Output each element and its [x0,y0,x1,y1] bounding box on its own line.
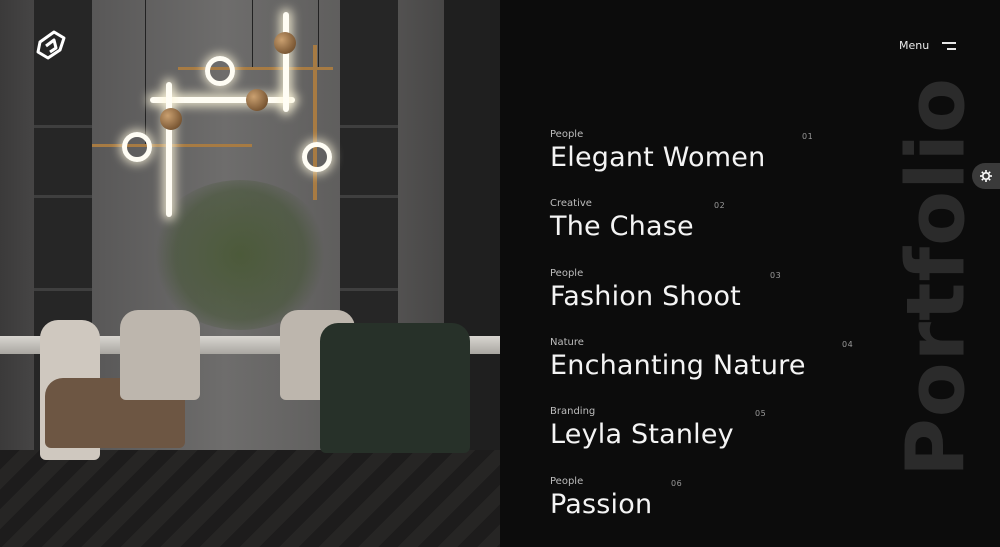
item-number: 02 [714,201,726,210]
lamp-bar [313,45,317,200]
hamburger-icon[interactable] [940,42,956,52]
item-number: 01 [802,132,814,141]
item-category: Branding [550,406,596,417]
settings-button[interactable] [972,163,1000,189]
lamp-globe [274,32,296,54]
portfolio-item[interactable]: People Elegant Women 01 [550,129,813,175]
item-title[interactable]: Elegant Women [550,141,765,175]
lamp-bar [178,67,333,70]
lamp-cord [318,0,319,70]
chair [120,310,200,400]
item-title[interactable]: Leyla Stanley [550,418,734,452]
lamp-light [166,82,172,217]
lamp-bar [92,144,252,147]
item-title[interactable]: Fashion Shoot [550,280,741,314]
item-number: 04 [842,340,854,349]
portfolio-item[interactable]: Creative The Chase 02 [550,198,725,244]
lamp-cord [145,0,146,144]
menu-button[interactable]: Menu [899,39,929,52]
shelf-board [340,195,398,198]
item-category: Nature [550,337,584,348]
background-word: Portfolio [889,77,983,477]
item-title[interactable]: The Chase [550,210,694,244]
lamp-light [283,12,289,112]
lamp-ring [205,56,235,86]
portfolio-item[interactable]: People Fashion Shoot 03 [550,268,781,314]
item-category: People [550,476,584,487]
item-category: People [550,129,584,140]
lamp-globe [246,89,268,111]
shelf-board [34,125,92,128]
lamp-globe [160,108,182,130]
portfolio-item[interactable]: Branding Leyla Stanley 05 [550,406,766,452]
portfolio-item[interactable]: Nature Enchanting Nature 04 [550,337,853,383]
gear-icon [980,170,992,182]
item-title[interactable]: Enchanting Nature [550,349,806,383]
item-title[interactable]: Passion [550,488,652,522]
item-category: People [550,268,584,279]
shelf-board [34,288,92,291]
portfolio-item[interactable]: People Passion 06 [550,476,682,522]
floor [0,450,500,547]
item-number: 03 [770,271,782,280]
chair [320,323,470,453]
hero-photo [0,0,500,547]
item-category: Creative [550,198,592,209]
plant [150,180,330,330]
shelf-board [340,288,398,291]
shelf-board [340,125,398,128]
item-number: 06 [671,479,683,488]
lamp-ring [122,132,152,162]
lamp-cord [252,0,253,70]
shelf-board [34,195,92,198]
logo-icon[interactable] [34,28,68,62]
item-number: 05 [755,409,767,418]
lamp-ring [302,142,332,172]
